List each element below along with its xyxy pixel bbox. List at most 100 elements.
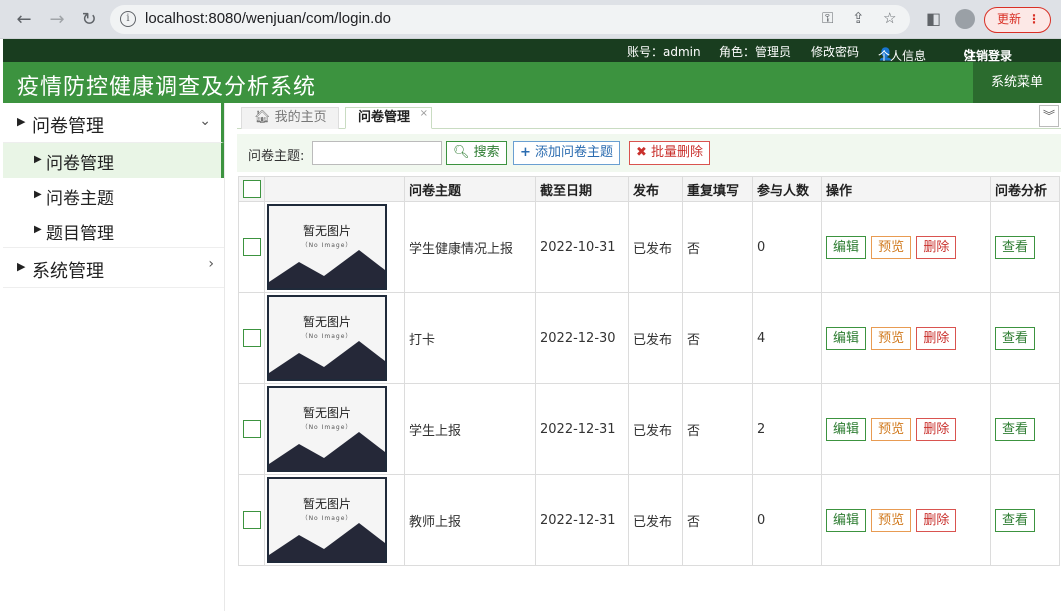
no-image-placeholder: 暂无图片 （No Image） [267,295,387,381]
participants-column-header[interactable]: 参与人数 [752,176,822,202]
row-checkbox[interactable] [242,238,261,256]
preview-button[interactable]: 预览 [871,235,912,259]
key-icon[interactable]: ⚿ [822,9,833,27]
search-toolbar: 问卷主题: 🔍︎ 搜索 + 添加问卷主题 ✖ 批量删除 [237,134,1061,172]
account-label: 账号：admin [627,45,701,59]
change-password-link[interactable]: 修改密码 [811,43,859,60]
deadline-column-header[interactable]: 截至日期 [535,176,629,202]
sidebar-item-questionnaire[interactable]: ▶ 问卷管理 [3,143,224,178]
preview-button[interactable]: 预览 [871,508,912,532]
no-image-text: 暂无图片 [302,406,351,420]
close-icon[interactable]: × [420,104,428,124]
row-select-cell [238,292,265,384]
chevron-right-icon: › [208,256,214,272]
view-analysis-button[interactable]: 查看 [995,508,1036,532]
publish-column-header[interactable]: 发布 [628,176,683,202]
topic-cell: 教师上报 [404,474,536,566]
info-icon[interactable]: i [120,11,136,27]
address-url[interactable]: localhost:8080/wenjuan/com/login.do [145,10,391,27]
sidebar-group-questionnaire[interactable]: ▶ 问卷管理 ⌄ [3,103,224,143]
publish-cell: 已发布 [628,383,683,475]
address-bar[interactable]: i localhost:8080/wenjuan/com/login.do ⚿ … [110,5,910,34]
update-label: 更新 [997,12,1022,26]
back-arrow-icon[interactable]: ← [12,8,36,32]
delete-button[interactable]: 删除 [916,508,957,532]
search-icon: 🔍︎ [453,145,470,160]
preview-button[interactable]: 预览 [871,417,912,441]
sidebar-group-label: 问卷管理 [32,116,104,137]
browser-chrome: ← → ↻ i localhost:8080/wenjuan/com/login… [0,0,1061,39]
questionnaire-table: 问卷主题 截至日期 发布 重复填写 参与人数 操作 问卷分析 暂无图片 （No … [238,176,1060,566]
row-checkbox[interactable] [242,420,261,438]
delete-button[interactable]: 删除 [916,326,957,350]
forward-arrow-icon[interactable]: → [45,8,69,32]
delete-button[interactable]: 删除 [916,235,957,259]
mountain-icon [269,523,385,561]
view-analysis-button[interactable]: 查看 [995,326,1036,350]
topic-column-header[interactable]: 问卷主题 [404,176,536,202]
delete-button[interactable]: 删除 [916,417,957,441]
deadline-cell: 2022-12-30 [535,292,629,384]
topic-cell: 学生健康情况上报 [404,201,536,293]
sidebar-item-questions[interactable]: ▶ 题目管理 [3,213,224,248]
system-menu-button[interactable]: 系统菜单 [973,62,1061,103]
mountain-icon [269,432,385,470]
batch-delete-button[interactable]: ✖ 批量删除 [629,141,711,165]
analysis-cell: 查看 [990,474,1060,566]
topic-cell: 打卡 [404,292,536,384]
view-analysis-button[interactable]: 查看 [995,235,1036,259]
app-title: 疫情防控健康调查及分析系统 [17,75,317,100]
actions-column-header: 操作 [821,176,991,202]
image-column-header [264,176,405,202]
row-checkbox[interactable] [242,511,261,529]
update-button[interactable]: 更新 ⋮ [984,7,1051,33]
bookmark-star-icon[interactable]: ☆ [883,9,896,27]
tab-questionnaire[interactable]: 问卷管理 × [345,107,432,129]
search-button[interactable]: 🔍︎ 搜索 [446,141,507,165]
no-image-placeholder: 暂无图片 （No Image） [267,386,387,472]
edit-button[interactable]: 编辑 [826,417,867,441]
image-cell: 暂无图片 （No Image） [264,383,405,475]
profile-avatar-icon[interactable] [955,9,975,29]
row-select-cell [238,201,265,293]
sidebar-item-topics[interactable]: ▶ 问卷主题 [3,178,224,213]
participants-cell: 2 [752,383,822,475]
row-select-cell [238,383,265,475]
topic-label: 问卷主题: [248,149,305,164]
app-header: 疫情防控健康调查及分析系统 系统菜单 [3,62,1061,103]
tab-bar: 🏠︎ 我的主页 问卷管理 × ︾ [237,104,1061,129]
tab-label: 问卷管理 [358,110,411,125]
no-image-text: 暂无图片 [302,224,351,238]
analysis-cell: 查看 [990,201,1060,293]
participants-cell: 0 [752,201,822,293]
add-topic-button[interactable]: + 添加问卷主题 [513,141,621,165]
tab-home[interactable]: 🏠︎ 我的主页 [241,107,339,129]
share-icon[interactable]: ⇪ [852,9,865,27]
table-row: 暂无图片 （No Image） 教师上报 2022-12-31 已发布 否 0 … [238,474,1060,566]
select-all-checkbox[interactable] [242,180,261,198]
edit-button[interactable]: 编辑 [826,508,867,532]
image-cell: 暂无图片 （No Image） [264,292,405,384]
view-analysis-button[interactable]: 查看 [995,417,1036,441]
table-row: 暂无图片 （No Image） 学生健康情况上报 2022-10-31 已发布 … [238,201,1060,293]
add-label: 添加问卷主题 [535,145,614,160]
reload-icon[interactable]: ↻ [77,8,101,32]
deadline-cell: 2022-12-31 [535,383,629,475]
home-icon: 🏠︎ [254,110,271,125]
chevron-double-down-icon[interactable]: ︾ [1039,105,1059,127]
sidebar-item-label: 问卷主题 [46,189,114,209]
deadline-cell: 2022-12-31 [535,474,629,566]
caret-right-icon: ▶ [34,224,42,235]
sidebar-group-system[interactable]: ▶ 系统管理 › [3,248,224,288]
publish-cell: 已发布 [628,474,683,566]
row-checkbox[interactable] [242,329,261,347]
actions-cell: 编辑 预览 删除 [821,292,991,384]
side-panel-icon[interactable]: ◧ [926,9,941,28]
sidebar-item-label: 问卷管理 [46,154,114,174]
edit-button[interactable]: 编辑 [826,326,867,350]
preview-button[interactable]: 预览 [871,326,912,350]
edit-button[interactable]: 编辑 [826,235,867,259]
topic-search-input[interactable] [312,141,442,165]
more-vert-icon: ⋮ [1028,12,1040,26]
repeat-column-header[interactable]: 重复填写 [682,176,753,202]
